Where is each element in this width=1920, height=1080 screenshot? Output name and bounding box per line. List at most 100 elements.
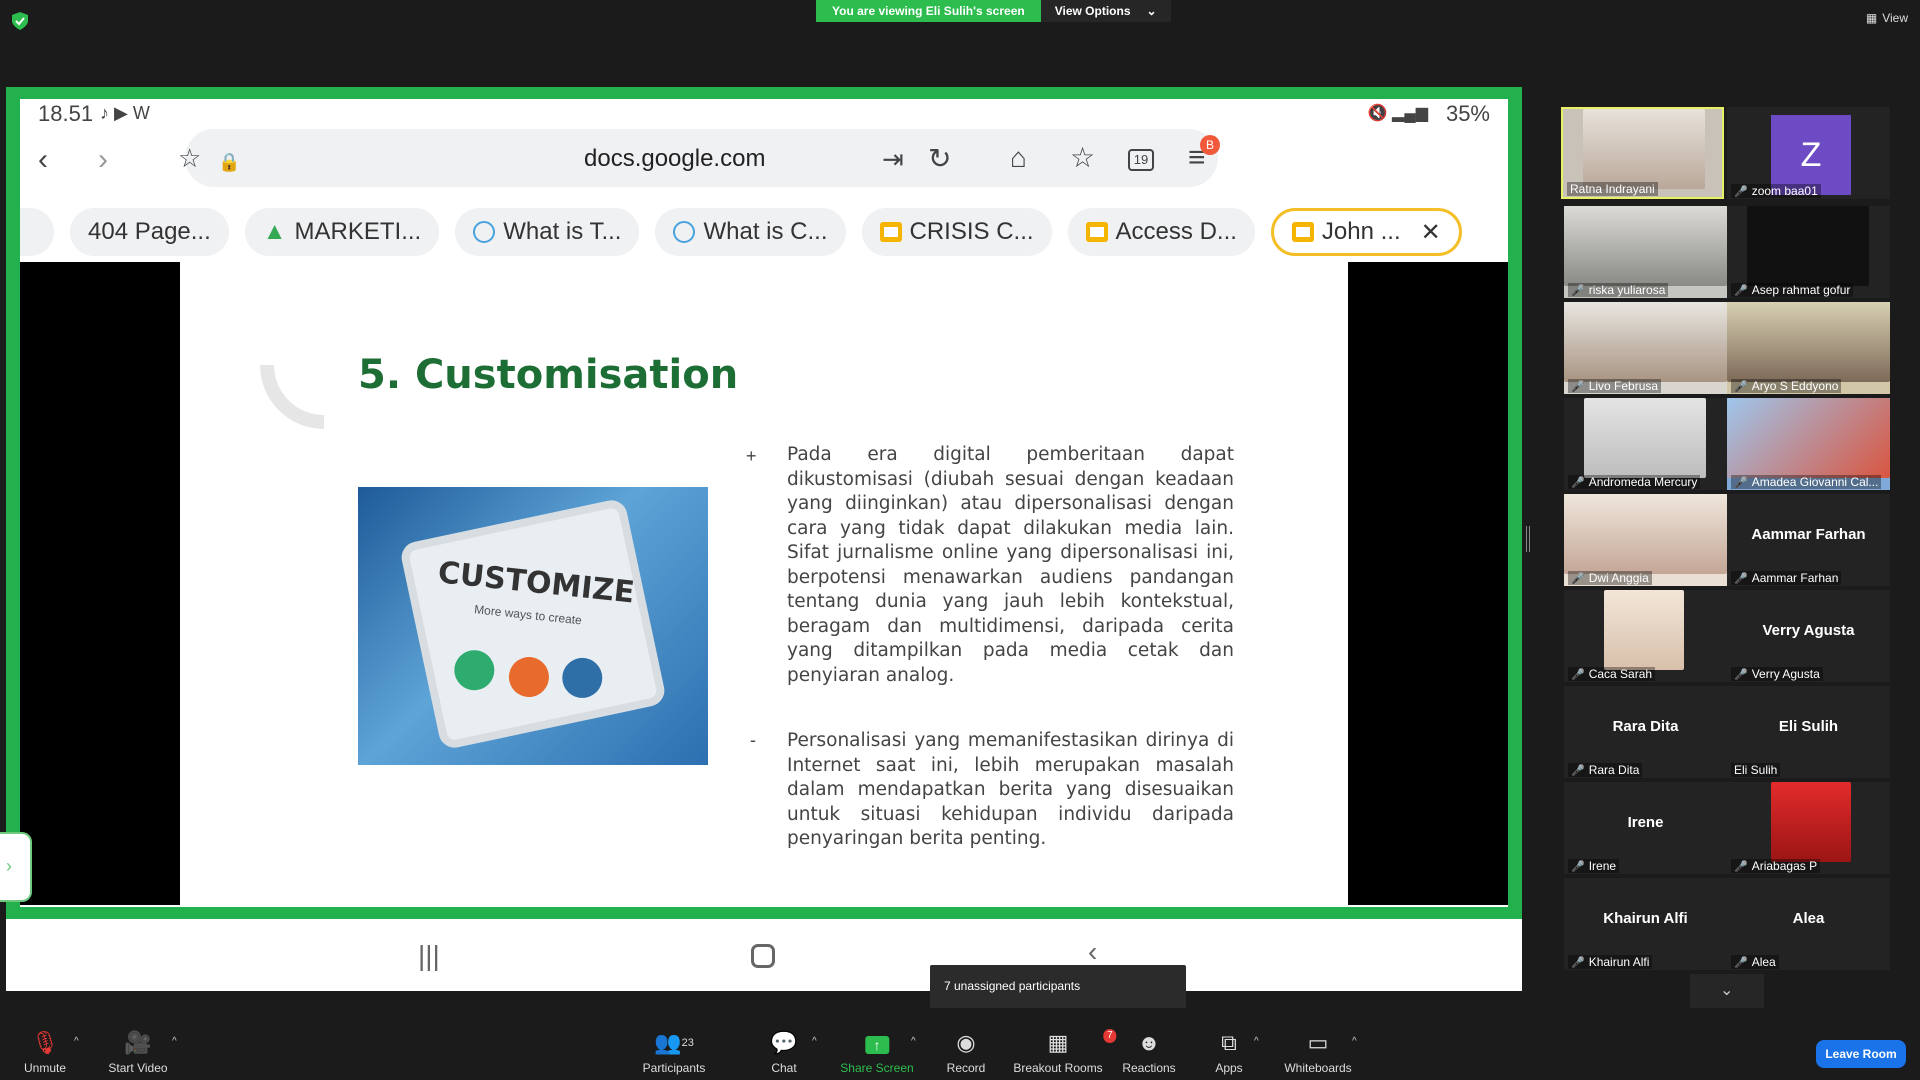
whiteboard-options-caret[interactable]: ^ — [1352, 1036, 1357, 1047]
grid-icon: ▦ — [1865, 11, 1878, 25]
participants-button[interactable]: 👥23 Participants — [643, 1031, 706, 1076]
participant-big-name: Alea — [1792, 910, 1825, 927]
browser-tab[interactable]: What is T... — [455, 208, 640, 256]
gallery-next-button[interactable]: ⌄ — [1690, 974, 1764, 1008]
audio-options-caret[interactable]: ^ — [74, 1036, 79, 1047]
participant-tile[interactable]: Verry Agusta 🎤 Verry Agusta — [1727, 590, 1890, 682]
participant-tile[interactable]: 🎤 Livo Februsa — [1564, 302, 1727, 394]
participant-tile[interactable]: 🎤 Ariabagas P — [1727, 782, 1890, 874]
participant-tile[interactable]: Rara Dita 🎤 Rara Dita — [1564, 686, 1727, 778]
sign-in-icon[interactable]: ⇥ — [882, 144, 904, 174]
close-tab-icon[interactable]: ✕ — [1421, 218, 1441, 247]
signal-icon: 🔇 ▂▄▆ — [1367, 105, 1428, 122]
browser-tab[interactable]: ▲ MARKETI... — [244, 208, 440, 256]
muted-mic-icon: 🎙 — [31, 1030, 59, 1055]
muted-mic-icon: 🎤 — [1734, 476, 1748, 489]
tab-count-icon[interactable]: 19 — [1128, 149, 1154, 171]
unmute-button[interactable]: 🎙 Unmute — [23, 1030, 67, 1076]
participant-tile[interactable]: Aammar Farhan 🎤 Aammar Farhan — [1727, 494, 1890, 586]
participant-tile[interactable]: Ratna Indrayani — [1561, 107, 1724, 199]
share-options-caret[interactable]: ^ — [911, 1036, 916, 1047]
panel-handle[interactable]: › — [0, 832, 32, 902]
participant-name: 🎤 Ariabagas P — [1731, 859, 1821, 873]
whiteboard-icon: ▭ — [1307, 1030, 1329, 1055]
reload-icon[interactable]: ↻ — [928, 144, 951, 174]
video-feed — [1584, 398, 1706, 478]
participant-tile[interactable]: Khairun Alfi 🎤 Khairun Alfi — [1564, 878, 1727, 970]
participant-tile[interactable]: 🎤 Caca Sarah — [1564, 590, 1727, 682]
start-video-label: Start Video — [108, 1061, 168, 1075]
reactions-button[interactable]: ☻ Reactions — [1122, 1031, 1175, 1076]
muted-mic-icon: 🎤 — [1734, 185, 1748, 198]
participant-name: 🎤 Khairun Alfi — [1568, 955, 1653, 969]
participant-tile[interactable]: Z 🎤 zoom baa01 — [1727, 107, 1890, 199]
browser-tabs: 404 Page... ▲ MARKETI... What is T... Wha… — [20, 208, 1462, 256]
participant-name: 🎤 Andromeda Mercury — [1568, 475, 1701, 489]
browser-tab[interactable] — [20, 208, 54, 256]
tab-label: John ... — [1321, 218, 1401, 245]
participant-tile[interactable]: 🎤 riska yuliarosa — [1564, 206, 1727, 298]
bookmarks-icon[interactable]: ☆ — [1070, 143, 1095, 173]
paragraph-1: Pada era digital pemberitaan dapat dikus… — [787, 444, 1234, 686]
share-screen-button[interactable]: ↑ Share Screen — [840, 1031, 914, 1075]
record-label: Record — [946, 1061, 986, 1075]
video-options-caret[interactable]: ^ — [172, 1036, 177, 1047]
menu-badge: B — [1200, 135, 1220, 155]
browser-tab[interactable]: 404 Page... — [70, 208, 229, 256]
apps-button[interactable]: ⧉ Apps — [1215, 1030, 1243, 1076]
home-icon[interactable]: ⌂ — [1010, 143, 1027, 173]
recent-apps-icon[interactable]: ||| — [418, 940, 440, 972]
participant-tile[interactable]: Eli Sulih Eli Sulih — [1727, 686, 1890, 778]
participant-tile[interactable]: 🎤 Dwi Anggia — [1564, 494, 1727, 586]
participant-name: 🎤 Verry Agusta — [1731, 667, 1823, 681]
participant-big-name: Aammar Farhan — [1751, 526, 1866, 543]
bookmark-star-icon[interactable]: ☆ — [178, 143, 201, 173]
video-feed — [1771, 782, 1851, 862]
browser-tab[interactable]: CRISIS C... — [861, 208, 1052, 256]
participant-tile[interactable]: 🎤 Andromeda Mercury — [1564, 398, 1727, 490]
participant-name: 🎤 riska yuliarosa — [1568, 283, 1669, 297]
bullet-dash: - — [750, 730, 756, 750]
leave-room-button[interactable]: Leave Room — [1816, 1040, 1906, 1068]
browser-tab-active[interactable]: John ... ✕ — [1270, 208, 1462, 256]
apps-label: Apps — [1215, 1061, 1243, 1075]
back-nav-icon[interactable]: ‹ — [1088, 936, 1097, 968]
status-time: 18.51 — [38, 101, 94, 126]
muted-mic-icon: 🎤 — [1571, 860, 1585, 873]
participant-big-name: Eli Sulih — [1778, 718, 1839, 735]
participant-tile[interactable]: Irene 🎤 Irene — [1564, 782, 1727, 874]
pencil-icon — [505, 653, 553, 701]
apps-options-caret[interactable]: ^ — [1254, 1036, 1259, 1047]
view-button[interactable]: ▦ View — [1866, 11, 1908, 25]
chat-options-caret[interactable]: ^ — [812, 1036, 817, 1047]
participant-tile[interactable]: 🎤 Aryo S Eddyono — [1727, 302, 1890, 394]
url-text[interactable]: docs.google.com — [584, 145, 765, 173]
home-nav-icon[interactable] — [751, 944, 775, 968]
forward-icon[interactable]: › — [98, 145, 108, 175]
chat-button[interactable]: 💬 Chat — [770, 1031, 797, 1076]
resize-handle[interactable] — [1526, 526, 1530, 552]
chat-label: Chat — [771, 1061, 797, 1075]
browser-tab[interactable]: What is C... — [655, 208, 846, 256]
browser-tab[interactable]: Access D... — [1067, 208, 1255, 256]
start-video-button[interactable]: 🎥 Start Video — [108, 1031, 168, 1076]
participant-tile[interactable]: 🎤 Asep rahmat gofur — [1727, 206, 1890, 298]
breakout-rooms-button[interactable]: ▦ 7 Breakout Rooms — [1013, 1029, 1117, 1075]
muted-mic-icon: 🎤 — [1734, 284, 1748, 297]
whiteboards-button[interactable]: ▭ Whiteboards — [1284, 1030, 1352, 1076]
back-icon[interactable]: ‹ — [38, 145, 48, 175]
unmute-label: Unmute — [23, 1061, 67, 1075]
participant-tile[interactable]: 🎤 Amadea Giovanni Cal... — [1727, 398, 1890, 490]
view-options-button[interactable]: View Options ⌄ — [1040, 0, 1171, 22]
bullet-plus: + — [746, 446, 757, 466]
participant-name: 🎤 Rara Dita — [1568, 763, 1643, 777]
phone-status-bar: 18.51 ♪ ▶ W 🔇 ▂▄▆ 35% — [20, 99, 1508, 129]
slides-icon — [1085, 222, 1108, 242]
apps-icon: ⧉ — [1221, 1030, 1237, 1055]
record-button[interactable]: ◉ Record — [946, 1030, 986, 1076]
participant-name: Eli Sulih — [1731, 763, 1781, 777]
participant-tile[interactable]: Alea 🎤 Alea — [1727, 878, 1890, 970]
security-shield-icon[interactable] — [12, 12, 28, 30]
record-icon: ◉ — [956, 1030, 976, 1055]
whiteboards-label: Whiteboards — [1284, 1061, 1352, 1075]
